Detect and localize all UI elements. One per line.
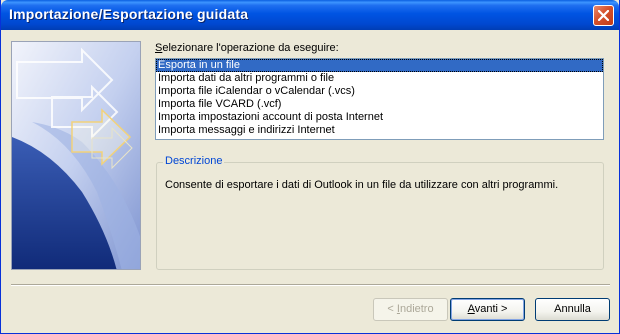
description-legend: Descrizione (163, 155, 225, 167)
list-item-import-icalendar[interactable]: Importa file iCalendar o vCalendar (.vcs… (156, 85, 603, 98)
description-text: Consente di esportare i dati di Outlook … (165, 179, 559, 191)
list-item-import-vcard[interactable]: Importa file VCARD (.vcf) (156, 98, 603, 111)
back-label: ndietro (399, 303, 434, 315)
close-icon (598, 10, 609, 21)
operation-listbox[interactable]: Esporta in un file Importa dati da altri… (155, 58, 604, 140)
back-button[interactable]: < Indietro (373, 298, 448, 321)
back-prefix: < (387, 303, 397, 315)
title-bar[interactable]: Importazione/Esportazione guidata (1, 0, 619, 30)
next-label: vanti > (474, 303, 508, 315)
list-item-import-account-settings[interactable]: Importa impostazioni account di posta In… (156, 111, 603, 124)
next-mnemonic: A (467, 303, 475, 315)
operation-prompt: Selezionare l'operazione da eseguire: (155, 42, 339, 54)
list-item-import-other-programs[interactable]: Importa dati da altri programmi o file (156, 72, 603, 85)
wizard-arrows-graphic (11, 41, 141, 270)
cancel-button[interactable]: Annulla (535, 298, 610, 321)
next-button[interactable]: Avanti > (450, 298, 525, 321)
wizard-window: Importazione/Esportazione guidata Selezi… (0, 0, 620, 334)
operation-prompt-text: elezionare l'operazione da eseguire: (162, 42, 339, 54)
window-title: Importazione/Esportazione guidata (9, 6, 249, 22)
separator (11, 284, 610, 286)
close-button[interactable] (593, 5, 614, 26)
list-item-import-internet-mail[interactable]: Importa messaggi e indirizzi Internet (156, 124, 603, 137)
list-item-export-file[interactable]: Esporta in un file (156, 59, 603, 72)
